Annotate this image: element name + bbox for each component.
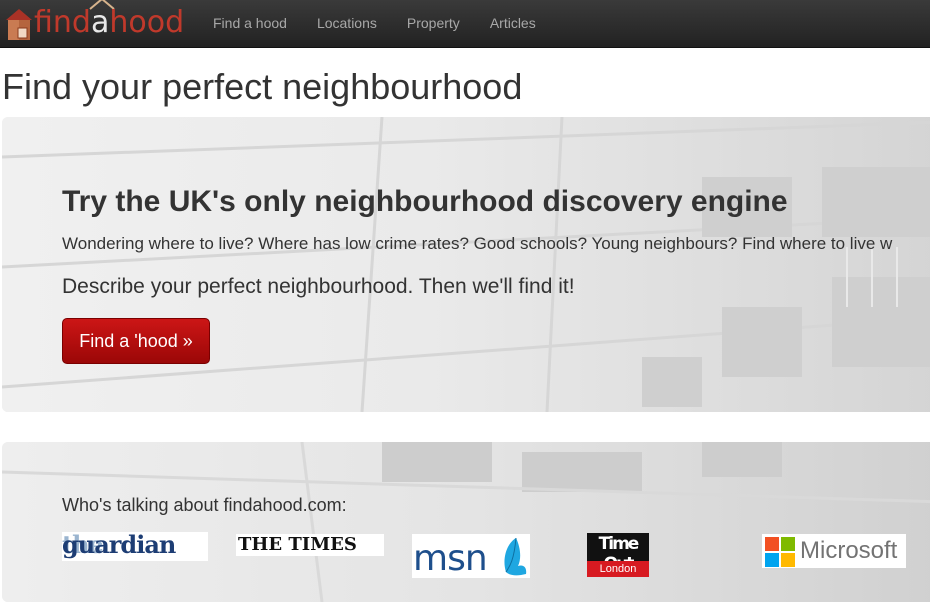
time-out-london-logo: Time Out London: [587, 533, 649, 577]
house-icon: [6, 9, 32, 40]
hero-lead: Wondering where to live? Where has low c…: [62, 234, 893, 253]
nav-articles[interactable]: Articles: [475, 0, 551, 48]
nav-find-a-hood[interactable]: Find a hood: [198, 0, 302, 48]
press-panel: Who's talking about findahood.com: the gu…: [2, 442, 930, 602]
hero-heading: Try the UK's only neighbourhood discover…: [62, 185, 788, 218]
find-a-hood-button[interactable]: Find a 'hood »: [62, 318, 210, 364]
main-nav: Find a hood Locations Property Articles: [198, 0, 551, 48]
building-background-image: [2, 117, 930, 412]
brand-logo[interactable]: findahood: [0, 0, 190, 48]
top-navbar: findahood Find a hood Locations Property…: [0, 0, 930, 48]
page-title: Find your perfect neighbourhood: [2, 66, 523, 107]
microsoft-windows-icon: [765, 537, 795, 567]
the-times-logo: THE TIMES: [236, 534, 384, 556]
hero-panel: Try the UK's only neighbourhood discover…: [2, 117, 930, 412]
butterfly-icon: [504, 537, 527, 576]
nav-property[interactable]: Property: [392, 0, 475, 48]
msn-logo: msn: [412, 534, 530, 579]
brand-name: findahood: [34, 5, 185, 40]
guardian-logo: the guardian: [62, 530, 208, 561]
press-heading: Who's talking about findahood.com:: [62, 495, 347, 515]
nav-locations[interactable]: Locations: [302, 0, 392, 48]
hero-subtext: Describe your perfect neighbourhood. The…: [62, 275, 575, 298]
microsoft-logo: Microsoft: [762, 534, 906, 568]
